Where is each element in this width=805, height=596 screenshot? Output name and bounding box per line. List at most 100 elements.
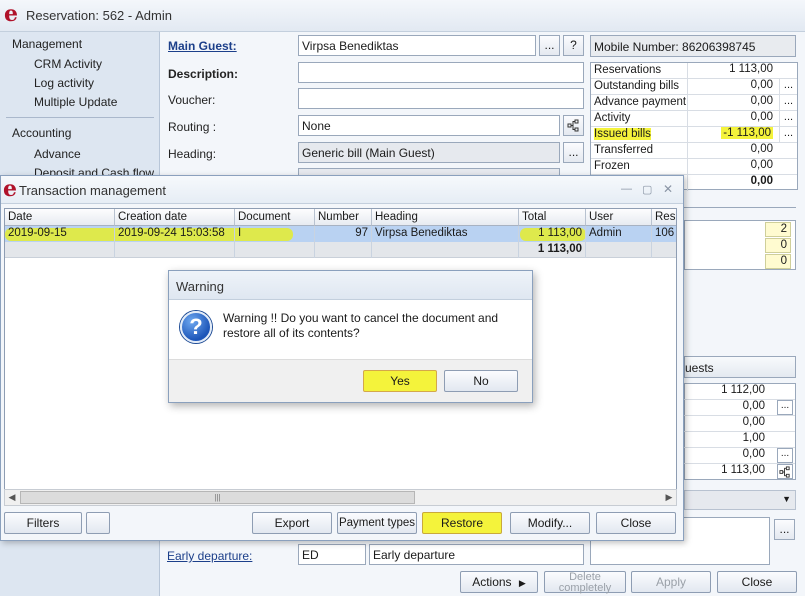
actions-button[interactable]: Actions ▶ — [460, 571, 538, 593]
dropdown[interactable]: ▼ — [684, 490, 796, 510]
column-header-heading[interactable]: Heading — [372, 209, 519, 226]
sidebar-item-advance[interactable]: Advance — [34, 147, 81, 161]
stat-value: 0,00 — [687, 111, 777, 127]
main-guest-field[interactable]: Virpsa Benediktas — [298, 35, 536, 56]
modify-button[interactable]: Modify... — [510, 512, 590, 534]
warning-message: Warning !! Do you want to cancel the doc… — [223, 311, 499, 340]
sidebar-item-deposit[interactable]: Deposit and Cash flows — [34, 166, 154, 175]
cell-total: 1 113,00 — [519, 226, 586, 242]
totals-cell-total: 1 113,00 — [519, 242, 586, 258]
guest-value: 1,00 — [675, 432, 795, 448]
column-header-date[interactable]: Date — [5, 209, 115, 226]
sidebar-item-crm-activity[interactable]: CRM Activity — [34, 57, 102, 71]
main-window-titlebar: e Reservation: 562 - Admin — [0, 0, 805, 32]
scroll-left-icon[interactable]: ◀ — [5, 491, 19, 504]
sidebar-item-log-activity[interactable]: Log activity — [34, 76, 94, 90]
totals-cell — [586, 242, 652, 258]
sidebar-item-multiple-update[interactable]: Multiple Update — [34, 95, 117, 109]
transaction-dialog-titlebar: e Transaction management — ▢ ✕ — [1, 176, 683, 204]
close-button[interactable]: Close — [717, 571, 797, 593]
filters-extra-button[interactable] — [86, 512, 110, 534]
description-field[interactable] — [298, 62, 584, 83]
stat-label: Reservations — [594, 64, 662, 76]
filters-button[interactable]: Filters — [4, 512, 82, 534]
voucher-field[interactable] — [298, 88, 584, 109]
close-icon[interactable]: ✕ — [663, 182, 673, 196]
cell-number: 97 — [315, 226, 372, 242]
early-departure-label[interactable]: Early departure: — [167, 549, 252, 563]
early-departure-text-field[interactable]: Early departure — [369, 544, 584, 565]
cell-date: 2019-09-15 — [5, 226, 115, 242]
stats-table: Reservations 1 113,00 Outstanding bills 0,… — [590, 62, 798, 191]
voucher-label: Voucher: — [168, 93, 216, 107]
horizontal-scrollbar[interactable]: ◀ ||| ▶ — [4, 489, 677, 506]
stat-label: Advance payments — [594, 96, 686, 108]
early-departure-code-field[interactable]: ED — [298, 544, 366, 565]
actions-button-label: Actions — [472, 575, 512, 589]
counts-panel: 2 0 0 — [684, 220, 796, 270]
delete-completely-button[interactable]: Delete completely — [544, 571, 626, 594]
column-header-number[interactable]: Number — [315, 209, 372, 226]
chevron-right-icon: ▶ — [518, 578, 526, 588]
main-guest-label[interactable]: Main Guest: — [168, 39, 237, 53]
notes-lookup-button[interactable]: ... — [774, 519, 795, 540]
column-header-document[interactable]: Document — [235, 209, 315, 226]
stat-value-issued-bills: -1 113,00 — [721, 127, 773, 139]
export-button[interactable]: Export — [252, 512, 332, 534]
cell-creation-date: 2019-09-24 15:03:58 — [115, 226, 235, 242]
guest-detail-button[interactable]: ... — [777, 448, 793, 463]
stat-detail-button[interactable]: ... — [779, 127, 797, 143]
question-icon: ? — [180, 311, 212, 343]
guest-detail-button[interactable]: ... — [777, 400, 793, 415]
totals-cell — [5, 242, 115, 258]
stat-value: 0,00 — [687, 95, 777, 111]
restore-button[interactable]: Restore — [422, 512, 502, 534]
scroll-right-icon[interactable]: ▶ — [662, 491, 676, 504]
totals-cell — [115, 242, 235, 258]
totals-cell — [372, 242, 519, 258]
main-window-title: Reservation: 562 - Admin — [26, 8, 172, 23]
main-guest-lookup-button[interactable]: ... — [539, 35, 560, 56]
sidebar-heading-accounting[interactable]: Accounting — [12, 126, 71, 140]
count-value[interactable]: 2 — [765, 222, 791, 237]
totals-row: 1 113,00 — [5, 242, 676, 258]
routing-label: Routing : — [168, 120, 217, 134]
minimize-icon[interactable]: — — [621, 183, 632, 195]
apply-button[interactable]: Apply — [631, 571, 711, 593]
heading-lookup-button[interactable]: ... — [563, 142, 584, 163]
maximize-icon[interactable]: ▢ — [642, 183, 652, 196]
stat-label: Outstanding bills — [594, 80, 680, 92]
count-value[interactable]: 0 — [765, 238, 791, 253]
column-header-creation-date[interactable]: Creation date — [115, 209, 235, 226]
routing-field[interactable]: None — [298, 115, 560, 136]
column-header-total[interactable]: Total — [519, 209, 586, 226]
table-row[interactable]: 2019-09-15 2019-09-24 15:03:58 I 97 Virp… — [5, 226, 676, 242]
stat-detail-button[interactable]: ... — [779, 95, 797, 111]
stat-total-value: 0,00 — [687, 175, 777, 191]
column-header-user[interactable]: User — [586, 209, 652, 226]
stat-label: Frozen — [594, 160, 630, 172]
stat-detail-button[interactable]: ... — [779, 79, 797, 95]
stat-label: Transferred — [594, 144, 654, 156]
cell-document: I — [235, 226, 315, 242]
stat-label-issued-bills: Issued bills — [594, 128, 651, 140]
heading-field[interactable]: Generic bill (Main Guest) — [298, 142, 560, 163]
divider — [684, 207, 796, 208]
payment-types-button[interactable]: Payment types — [337, 512, 417, 534]
scrollbar-thumb[interactable]: ||| — [20, 491, 415, 504]
sidebar-heading-management[interactable]: Management — [12, 37, 82, 51]
routing-tree-icon[interactable] — [563, 115, 584, 136]
transaction-close-button[interactable]: Close — [596, 512, 676, 534]
mobile-number-display: Mobile Number: 86206398745 — [590, 35, 796, 57]
totals-cell — [235, 242, 315, 258]
tab-guests[interactable]: uests — [684, 356, 796, 378]
transaction-dialog-title: Transaction management — [19, 183, 166, 198]
main-guest-help-button[interactable]: ? — [563, 35, 584, 56]
guest-tree-icon[interactable] — [777, 464, 793, 479]
stat-detail-button[interactable]: ... — [779, 111, 797, 127]
count-value[interactable]: 0 — [765, 254, 791, 269]
no-button[interactable]: No — [444, 370, 518, 392]
heading-label: Heading: — [168, 147, 217, 161]
yes-button[interactable]: Yes — [363, 370, 437, 392]
column-header-rese[interactable]: Rese — [652, 209, 676, 226]
